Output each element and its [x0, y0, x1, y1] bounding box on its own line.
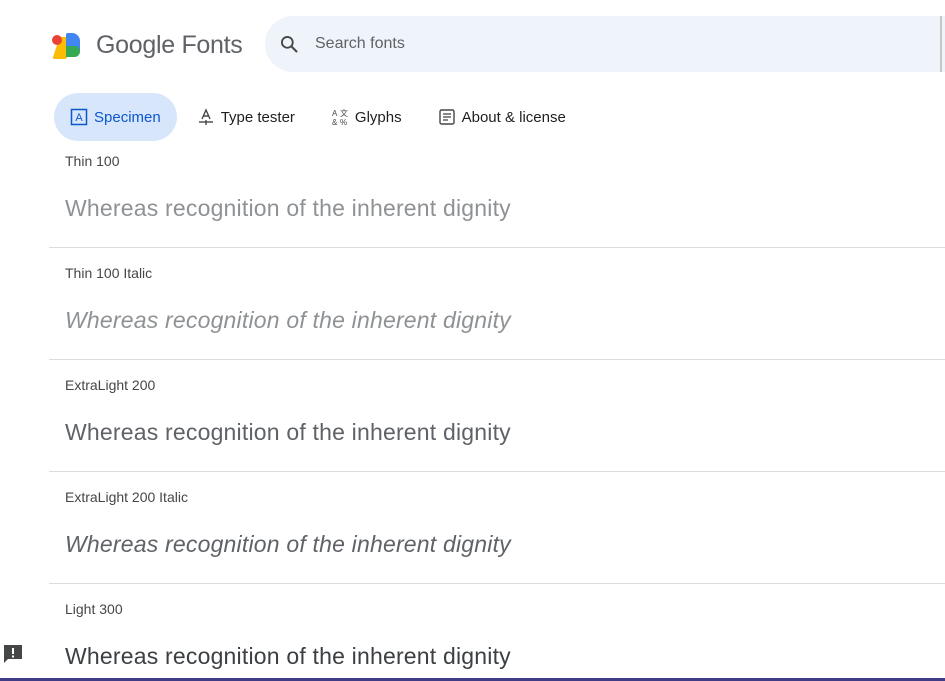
glyphs-icon: A 文 & %: [331, 108, 349, 126]
google-fonts-logo[interactable]: Google Fonts: [50, 30, 243, 60]
tab-glyphs-label: Glyphs: [354, 108, 402, 126]
tab-specimen[interactable]: A Specimen: [54, 93, 177, 141]
tab-bar: A Specimen Type tester A 文 & % Glyphs Ab…: [54, 93, 586, 141]
svg-text:A: A: [332, 109, 338, 118]
search-edge: [940, 16, 942, 72]
style-row-thin-100-italic[interactable]: Thin 100 Italic Whereas recognition of t…: [49, 248, 945, 360]
svg-text:&: &: [332, 118, 338, 126]
style-label: ExtraLight 200 Italic: [65, 489, 188, 505]
type-tester-icon: [197, 108, 215, 126]
tab-specimen-label: Specimen: [94, 108, 161, 126]
style-sample: Whereas recognition of the inherent dign…: [65, 531, 511, 557]
style-label: Light 300: [65, 601, 123, 617]
style-sample: Whereas recognition of the inherent dign…: [65, 419, 511, 445]
tab-glyphs[interactable]: A 文 & % Glyphs: [315, 93, 418, 141]
tab-type-tester[interactable]: Type tester: [181, 93, 311, 141]
feedback-icon[interactable]: [3, 644, 23, 664]
style-sample: Whereas recognition of the inherent dign…: [65, 195, 511, 221]
search-bar[interactable]: [265, 16, 945, 72]
logo-text: Google Fonts: [96, 30, 243, 59]
style-sample: Whereas recognition of the inherent dign…: [65, 643, 511, 669]
tab-about-license-label: About & license: [461, 108, 566, 126]
svg-text:文: 文: [340, 108, 348, 118]
style-row-thin-100[interactable]: Thin 100 Whereas recognition of the inhe…: [49, 136, 945, 248]
tab-about-license[interactable]: About & license: [422, 93, 582, 141]
style-label: Thin 100 Italic: [65, 265, 153, 281]
page: Google Fonts A Specimen: [0, 0, 945, 681]
specimen-icon: A: [70, 108, 88, 126]
style-row-extralight-200[interactable]: ExtraLight 200 Whereas recognition of th…: [49, 360, 945, 472]
search-input[interactable]: [313, 34, 877, 54]
logo-mark-icon: [50, 31, 84, 59]
style-label: ExtraLight 200: [65, 377, 156, 393]
style-row-extralight-200-italic[interactable]: ExtraLight 200 Italic Whereas recognitio…: [49, 472, 945, 584]
svg-text:A: A: [75, 112, 83, 124]
svg-text:%: %: [340, 118, 347, 126]
style-sample: Whereas recognition of the inherent dign…: [65, 307, 511, 333]
about-license-icon: [438, 108, 456, 126]
style-list: Thin 100 Whereas recognition of the inhe…: [49, 136, 945, 681]
style-row-light-300[interactable]: Light 300 Whereas recognition of the inh…: [49, 584, 945, 681]
style-label: Thin 100: [65, 153, 120, 169]
tab-type-tester-label: Type tester: [220, 108, 295, 126]
search-icon[interactable]: [278, 33, 300, 55]
